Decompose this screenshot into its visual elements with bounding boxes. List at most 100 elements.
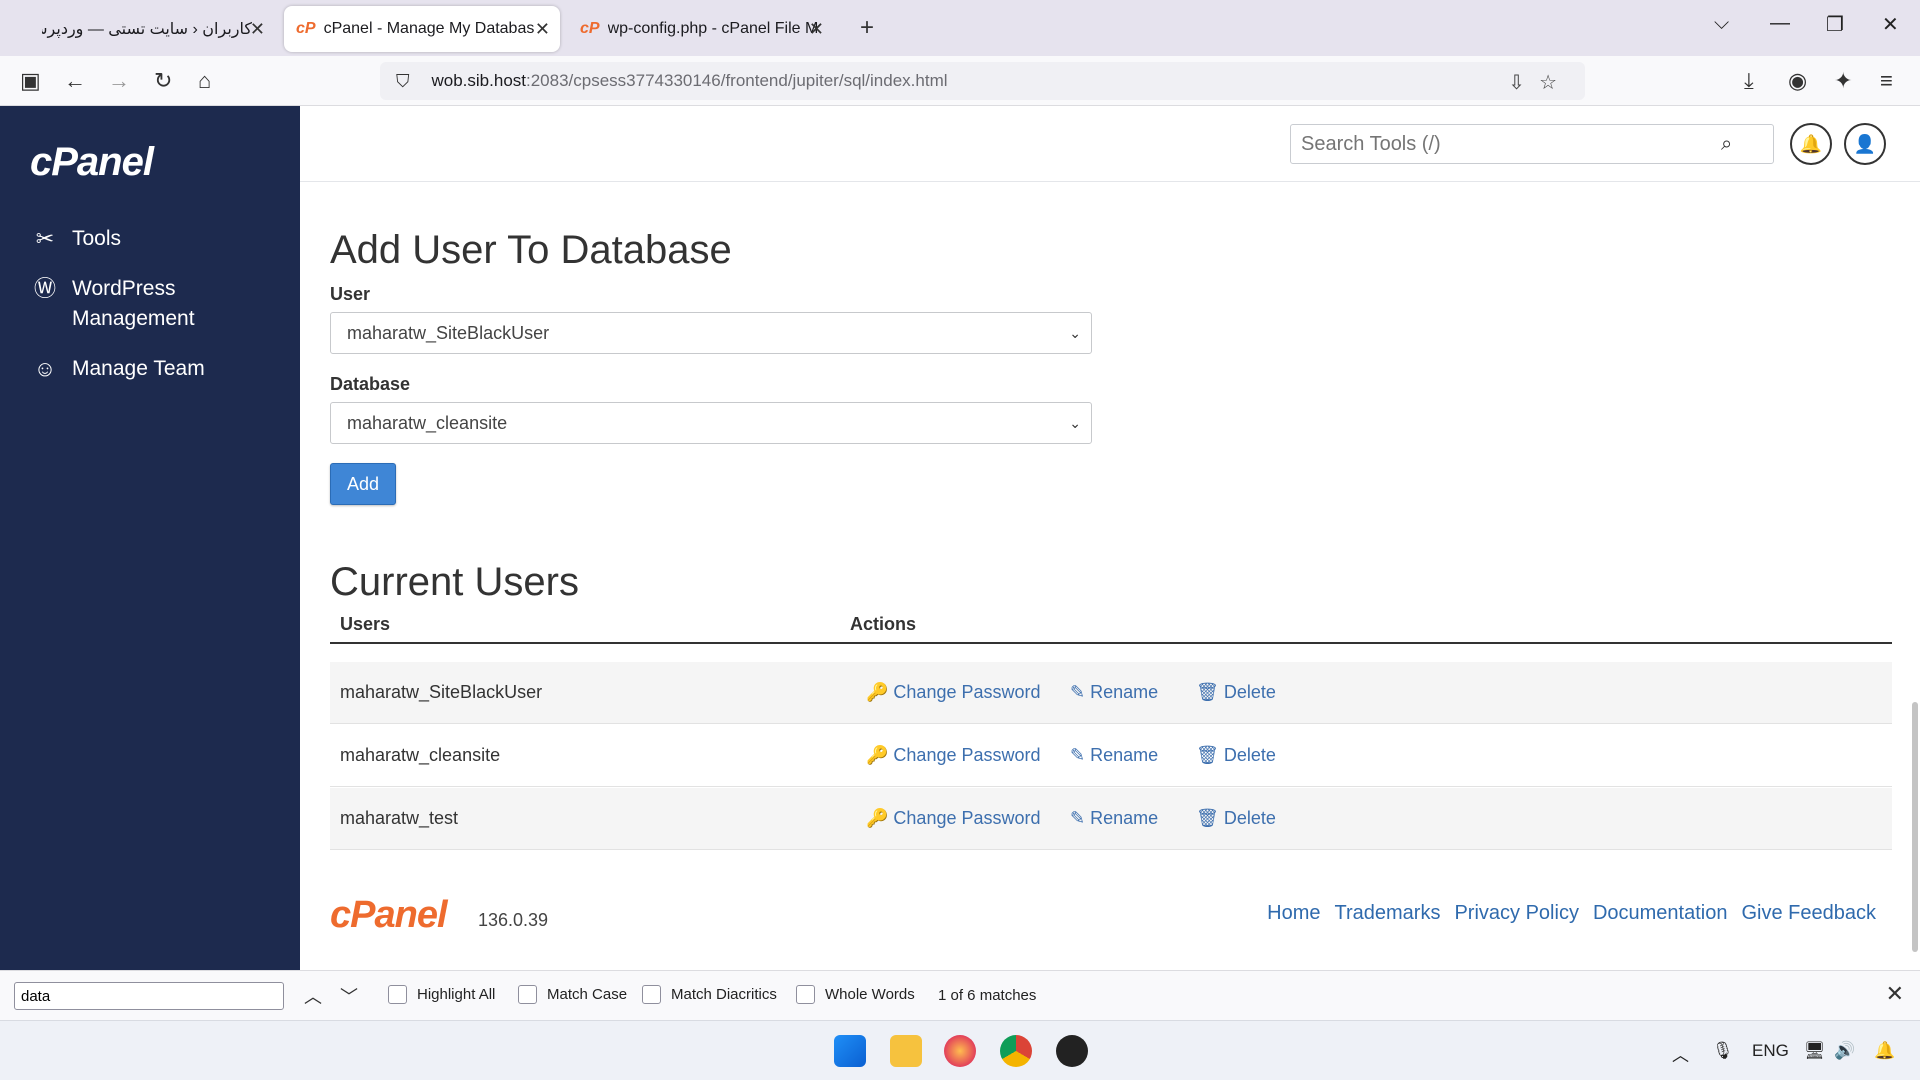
restore-icon[interactable]: ❐ — [1826, 12, 1844, 37]
tray-chevron-icon[interactable]: ︿ — [1672, 1041, 1689, 1066]
footer-link-trademarks[interactable]: Trademarks — [1335, 902, 1441, 925]
cpanel-header: ⌕ 🔔 👤 — [300, 106, 1920, 182]
match-case-checkbox[interactable]: Match Case — [518, 985, 627, 1004]
close-tab-icon[interactable]: ✕ — [535, 19, 550, 40]
windows-start-icon[interactable] — [834, 1035, 866, 1067]
delete-link[interactable]: 🗑 Delete — [1196, 682, 1276, 703]
menu-icon[interactable]: ≡ — [1880, 68, 1893, 94]
minimize-icon[interactable]: — — [1770, 12, 1790, 35]
language-indicator[interactable]: ENG — [1752, 1041, 1789, 1061]
user-select[interactable]: maharatw_SiteBlackUser ⌄ — [330, 312, 1092, 354]
new-tab-icon[interactable]: + — [860, 14, 874, 42]
close-tab-icon[interactable]: ✕ — [250, 19, 265, 40]
rename-link[interactable]: ✎ Rename — [1070, 682, 1158, 703]
users-column-header: Users — [340, 614, 391, 634]
chrome-icon[interactable] — [1000, 1035, 1032, 1067]
tab-label: wp-config.php - cPanel File Mar — [607, 20, 818, 37]
user-name: maharatw_cleansite — [340, 745, 501, 765]
find-next-icon[interactable]: ﹀ — [340, 983, 358, 1009]
footer-link-documentation[interactable]: Documentation — [1593, 902, 1728, 925]
find-match-count: 1 of 6 matches — [938, 987, 1037, 1004]
browser-tab-bar: کاربران ‹ سایت تستی — وردپرس ✕ cP cPanel… — [0, 0, 1920, 56]
footer-link-privacy[interactable]: Privacy Policy — [1454, 902, 1578, 925]
home-icon[interactable]: ⌂ — [198, 68, 211, 94]
action-label: Rename — [1090, 745, 1159, 765]
close-tab-icon[interactable]: ✕ — [809, 19, 824, 40]
table-row: maharatw_test 🔑 Change Password ✎ Rename 🗑… — [330, 788, 1892, 850]
rename-link[interactable]: ✎ Rename — [1070, 745, 1158, 766]
reload-icon[interactable]: ↻ — [154, 68, 172, 94]
highlight-all-checkbox[interactable]: Highlight All — [388, 985, 495, 1004]
sidebar-item-manage-team[interactable]: ☺ Manage Team — [30, 354, 205, 384]
table-row: maharatw_SiteBlackUser 🔑 Change Password … — [330, 662, 1892, 724]
downloads-icon[interactable]: ⤓ — [1744, 68, 1754, 94]
tab-file-manager[interactable]: cP wp-config.php - cPanel File Mar ✕ — [568, 6, 834, 52]
cpanel-version: 136.0.39 — [478, 910, 549, 930]
shield-icon: ⛉ — [396, 70, 410, 91]
change-password-link[interactable]: 🔑 Change Password — [866, 808, 1041, 829]
extensions-icon[interactable]: ✦ — [1834, 68, 1852, 94]
key-icon: 🔑 — [866, 682, 889, 702]
microphone-icon[interactable]: 🎙 — [1712, 1041, 1734, 1061]
delete-link[interactable]: 🗑 Delete — [1196, 808, 1276, 829]
volume-icon[interactable]: 🔊 — [1834, 1041, 1855, 1061]
sidebar-item-label: Manage Team — [72, 357, 205, 380]
database-select[interactable]: maharatw_cleansite ⌄ — [330, 402, 1092, 444]
whole-words-checkbox[interactable]: Whole Words — [796, 985, 915, 1004]
add-button[interactable]: Add — [330, 463, 396, 505]
find-previous-icon[interactable]: ︿ — [304, 983, 322, 1009]
footer-cpanel-logo[interactable]: cPanel — [330, 894, 448, 937]
search-input[interactable] — [1291, 132, 1721, 156]
back-icon[interactable]: ← — [64, 68, 86, 94]
save-page-icon[interactable]: ⇩ — [1508, 72, 1539, 94]
wordpress-icon: Ⓦ — [33, 276, 56, 301]
notification-icon[interactable]: 🔔 — [1874, 1041, 1895, 1061]
account-icon[interactable]: ◉ — [1788, 68, 1807, 94]
add-user-title: Add User To Database — [330, 228, 732, 272]
sidebar-item-tools[interactable]: ✂ Tools — [30, 224, 121, 254]
close-find-bar-icon[interactable]: ✕ — [1886, 981, 1904, 1007]
close-window-icon[interactable]: ✕ — [1882, 12, 1899, 37]
current-users-title: Current Users — [330, 560, 579, 604]
key-icon: 🔑 — [866, 808, 889, 828]
footer-link-home[interactable]: Home — [1267, 902, 1320, 925]
table-row: maharatw_cleansite 🔑 Change Password ✎ Ren… — [330, 725, 1892, 787]
user-label: User — [330, 284, 371, 304]
search-icon[interactable]: ⌕ — [1721, 133, 1732, 156]
sidebar-toggle-icon[interactable]: ▣ — [20, 68, 41, 94]
bookmark-star-icon[interactable]: ☆ — [1539, 72, 1571, 94]
footer-link-feedback[interactable]: Give Feedback — [1741, 902, 1876, 925]
user-name: maharatw_SiteBlackUser — [340, 682, 543, 702]
user-account-icon[interactable]: 👤 — [1844, 123, 1886, 165]
find-input[interactable] — [14, 982, 284, 1010]
database-select-value: maharatw_cleansite — [347, 413, 508, 433]
cpanel-logo[interactable]: cPanel — [30, 140, 154, 185]
page-scrollbar[interactable] — [1912, 702, 1918, 952]
tab-list-chevron-icon[interactable]: ⌵ — [1714, 12, 1729, 35]
chevron-down-icon: ⌄ — [1069, 415, 1081, 431]
tab-wordpress-users[interactable]: کاربران ‹ سایت تستی — وردپرس ✕ — [30, 6, 275, 52]
file-explorer-icon[interactable] — [890, 1035, 922, 1067]
checkbox-box — [388, 985, 407, 1004]
checkbox-label: Highlight All — [417, 986, 496, 1003]
app-icon[interactable] — [1056, 1035, 1088, 1067]
change-password-link[interactable]: 🔑 Change Password — [866, 745, 1041, 766]
change-password-link[interactable]: 🔑 Change Password — [866, 682, 1041, 703]
main-content: Add User To Database User maharatw_SiteB… — [300, 182, 1920, 970]
notifications-bell-icon[interactable]: 🔔 — [1790, 123, 1832, 165]
network-icon[interactable]: 🖥 — [1804, 1041, 1826, 1061]
trash-icon: 🗑 — [1196, 682, 1219, 702]
browser-nav-bar: ▣ ← → ↻ ⌂ ⛉ wob.sib.host:2083/cpsess3774… — [0, 56, 1920, 106]
cpanel-favicon-icon: cP — [580, 20, 600, 37]
address-bar[interactable]: ⛉ wob.sib.host:2083/cpsess3774330146/fro… — [380, 62, 1585, 100]
forward-icon[interactable]: → — [108, 68, 130, 94]
user-name: maharatw_test — [340, 808, 459, 828]
url-text[interactable]: wob.sib.host:2083/cpsess3774330146/front… — [432, 71, 948, 91]
sidebar-item-wordpress[interactable]: Ⓦ WordPress Management — [30, 274, 222, 334]
tab-cpanel-databases[interactable]: cP cPanel - Manage My Databases ✕ — [284, 6, 560, 52]
firefox-icon[interactable] — [944, 1035, 976, 1067]
rename-link[interactable]: ✎ Rename — [1070, 808, 1158, 829]
match-diacritics-checkbox[interactable]: Match Diacritics — [642, 985, 777, 1004]
checkbox-label: Match Case — [547, 986, 628, 1003]
delete-link[interactable]: 🗑 Delete — [1196, 745, 1276, 766]
